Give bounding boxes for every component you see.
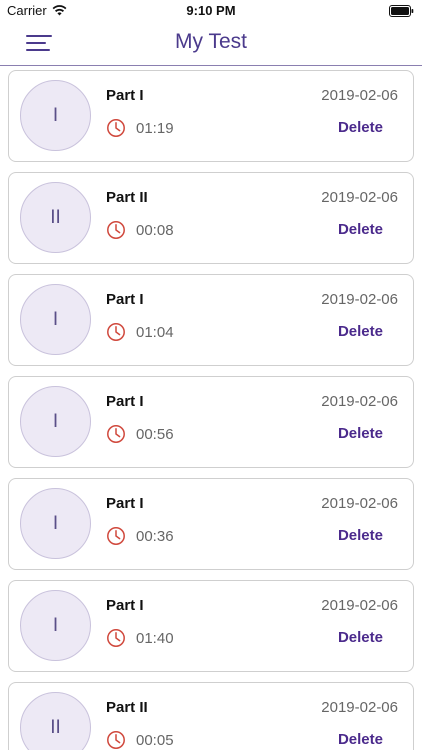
delete-button[interactable]: Delete (338, 527, 383, 544)
recording-list: I Part I 2019-02-06 01:19 Delete II Part II 201… (8, 70, 414, 750)
recording-date: 2019-02-06 (321, 699, 398, 716)
clock-icon (107, 527, 125, 545)
recording-duration: 01:04 (136, 324, 174, 341)
recording-date: 2019-02-06 (321, 87, 398, 104)
status-time: 9:10 PM (186, 3, 236, 18)
part-title: Part I (106, 495, 144, 512)
status-bar: Carrier 9:10 PM (0, 0, 422, 22)
delete-button[interactable]: Delete (338, 119, 383, 136)
clock-icon (107, 119, 125, 137)
battery-icon (389, 5, 414, 17)
recording-date: 2019-02-06 (321, 291, 398, 308)
part-title: Part I (106, 597, 144, 614)
recording-duration: 00:05 (136, 732, 174, 749)
clock-icon (107, 221, 125, 239)
part-avatar: I (20, 284, 91, 355)
list-item[interactable]: I Part I 2019-02-06 01:40 Delete (8, 580, 414, 672)
clock-icon (107, 629, 125, 647)
clock-icon (107, 323, 125, 341)
part-title: Part I (106, 291, 144, 308)
recording-date: 2019-02-06 (321, 495, 398, 512)
list-item[interactable]: I Part I 2019-02-06 01:19 Delete (8, 70, 414, 162)
recording-duration: 00:36 (136, 528, 174, 545)
recording-duration: 00:56 (136, 426, 174, 443)
recording-date: 2019-02-06 (321, 189, 398, 206)
recording-duration: 00:08 (136, 222, 174, 239)
part-avatar: I (20, 386, 91, 457)
nav-bar: My Test (0, 22, 422, 66)
delete-button[interactable]: Delete (338, 221, 383, 238)
delete-button[interactable]: Delete (338, 629, 383, 646)
list-item[interactable]: I Part I 2019-02-06 01:04 Delete (8, 274, 414, 366)
part-title: Part I (106, 393, 144, 410)
part-avatar: I (20, 590, 91, 661)
list-item[interactable]: I Part I 2019-02-06 00:36 Delete (8, 478, 414, 570)
recording-date: 2019-02-06 (321, 393, 398, 410)
clock-icon (107, 731, 125, 749)
page-title: My Test (175, 30, 247, 53)
clock-icon (107, 425, 125, 443)
part-title: Part II (106, 189, 148, 206)
part-title: Part I (106, 87, 144, 104)
list-item[interactable]: II Part II 2019-02-06 00:05 Delete (8, 682, 414, 750)
recording-date: 2019-02-06 (321, 597, 398, 614)
part-avatar: I (20, 488, 91, 559)
part-avatar: II (20, 182, 91, 253)
delete-button[interactable]: Delete (338, 425, 383, 442)
delete-button[interactable]: Delete (338, 323, 383, 340)
delete-button[interactable]: Delete (338, 731, 383, 748)
part-avatar: II (20, 692, 91, 750)
part-avatar: I (20, 80, 91, 151)
recording-duration: 01:19 (136, 120, 174, 137)
list-item[interactable]: II Part II 2019-02-06 00:08 Delete (8, 172, 414, 264)
list-item[interactable]: I Part I 2019-02-06 00:56 Delete (8, 376, 414, 468)
part-title: Part II (106, 699, 148, 716)
recording-duration: 01:40 (136, 630, 174, 647)
